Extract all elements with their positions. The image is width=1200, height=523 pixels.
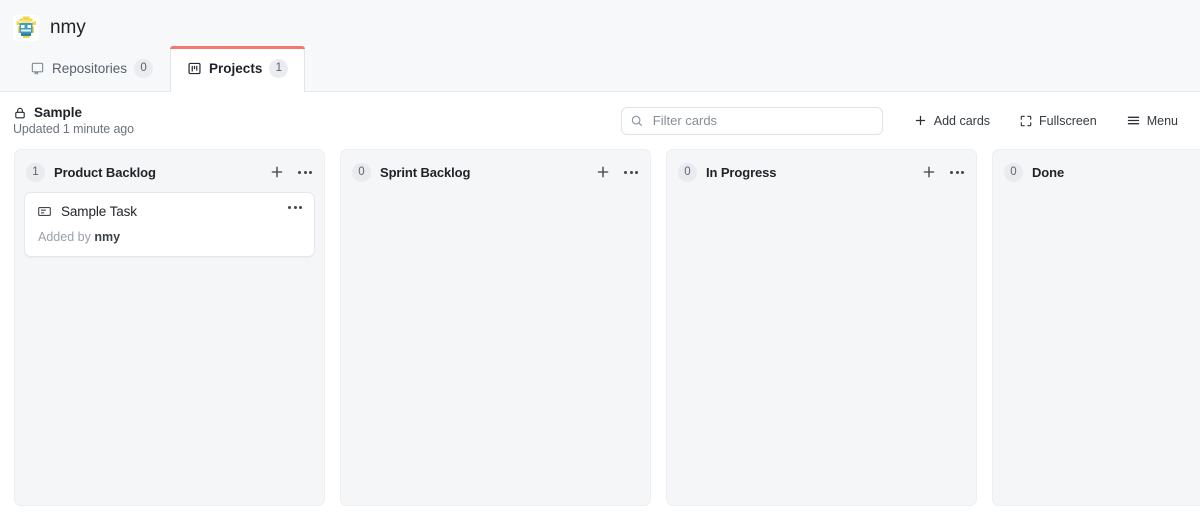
nav-tabs: Repositories 0 Projects 1: [13, 46, 306, 92]
kebab-menu-icon: [950, 170, 964, 174]
tab-repositories-label: Repositories: [52, 60, 128, 76]
menu-label: Menu: [1146, 113, 1178, 128]
column-add-card-button[interactable]: [593, 162, 613, 182]
tab-repositories-count: 0: [134, 59, 154, 78]
column-header: 0 Done: [993, 150, 1200, 192]
card-kebab-menu-button[interactable]: [288, 206, 302, 209]
column-count: 0: [352, 162, 371, 182]
card-meta-author: nmy: [94, 230, 121, 244]
column-title: Sprint Backlog: [380, 164, 471, 180]
repo-icon: [30, 61, 45, 76]
project-updated-text: Updated 1 minute ago: [13, 122, 135, 136]
board-column-product-backlog: 1 Product Backlog Sample Task Added by n…: [14, 149, 325, 506]
board-column-in-progress: 0 In Progress: [666, 149, 977, 506]
avatar: [13, 14, 39, 41]
tab-projects[interactable]: Projects 1: [170, 46, 306, 92]
column-title: In Progress: [706, 164, 777, 180]
menu-button[interactable]: Menu: [1118, 108, 1186, 133]
search-icon: [630, 114, 644, 128]
column-actions: [919, 162, 966, 182]
column-kebab-menu-button[interactable]: [622, 169, 640, 176]
tab-repositories[interactable]: Repositories 0: [13, 46, 170, 91]
column-count: 0: [678, 162, 697, 182]
note-card-icon: [37, 204, 52, 219]
kebab-menu-icon: [288, 206, 302, 209]
project-info: Sample Updated 1 minute ago: [13, 105, 134, 136]
user-row: nmy: [0, 0, 1200, 44]
column-actions: [267, 162, 314, 182]
project-header-bar: Sample Updated 1 minute ago Add cards: [0, 92, 1200, 149]
lock-icon: [13, 106, 27, 120]
fullscreen-label: Fullscreen: [1039, 113, 1097, 128]
card-meta: Added by nmy: [37, 230, 302, 244]
column-kebab-menu-button[interactable]: [296, 169, 314, 176]
add-cards-label: Add cards: [933, 113, 991, 128]
project-title-row: Sample: [13, 105, 134, 120]
card-title: Sample Task: [61, 204, 137, 219]
board-card[interactable]: Sample Task Added by nmy: [24, 192, 315, 257]
column-title: Done: [1032, 164, 1065, 180]
column-header: 0 Sprint Backlog: [341, 150, 650, 192]
tab-projects-label: Projects: [209, 60, 263, 76]
column-cards: [667, 192, 976, 505]
column-header: 1 Product Backlog: [15, 150, 324, 192]
column-add-card-button[interactable]: [919, 162, 939, 182]
board-column-sprint-backlog: 0 Sprint Backlog: [340, 149, 651, 506]
username: nmy: [50, 16, 86, 38]
column-kebab-menu-button[interactable]: [948, 169, 966, 176]
column-title: Product Backlog: [54, 164, 156, 180]
column-cards: [341, 192, 650, 505]
fullscreen-button[interactable]: Fullscreen: [1011, 109, 1105, 133]
filter-cards-input[interactable]: [620, 106, 883, 135]
fullscreen-icon: [1019, 114, 1033, 128]
column-cards: [993, 192, 1200, 505]
project-toolbar: Add cards Fullscreen Menu: [620, 106, 1186, 135]
filter-cards-wrapper: [620, 106, 883, 135]
card-title-row: Sample Task: [37, 204, 302, 219]
column-actions: [593, 162, 640, 182]
kebab-menu-icon: [298, 170, 312, 174]
column-count: 1: [26, 162, 45, 182]
add-cards-button[interactable]: Add cards: [905, 108, 998, 133]
top-navigation: nmy Repositories 0 Projects 1: [0, 0, 1200, 92]
board-column-done: 0 Done: [992, 149, 1200, 506]
kebab-menu-icon: [624, 170, 638, 174]
column-count: 0: [1004, 162, 1023, 182]
hamburger-menu-icon: [1126, 113, 1141, 128]
column-header: 0 In Progress: [667, 150, 976, 192]
project-board: 1 Product Backlog Sample Task Added by n…: [0, 149, 1200, 523]
plus-icon: [913, 113, 928, 128]
project-board-icon: [187, 61, 202, 76]
tab-projects-count: 1: [269, 59, 289, 78]
page-title: Sample: [34, 105, 83, 120]
card-meta-prefix: Added by: [38, 230, 91, 244]
column-cards: Sample Task Added by nmy: [15, 192, 324, 505]
column-add-card-button[interactable]: [267, 162, 287, 182]
